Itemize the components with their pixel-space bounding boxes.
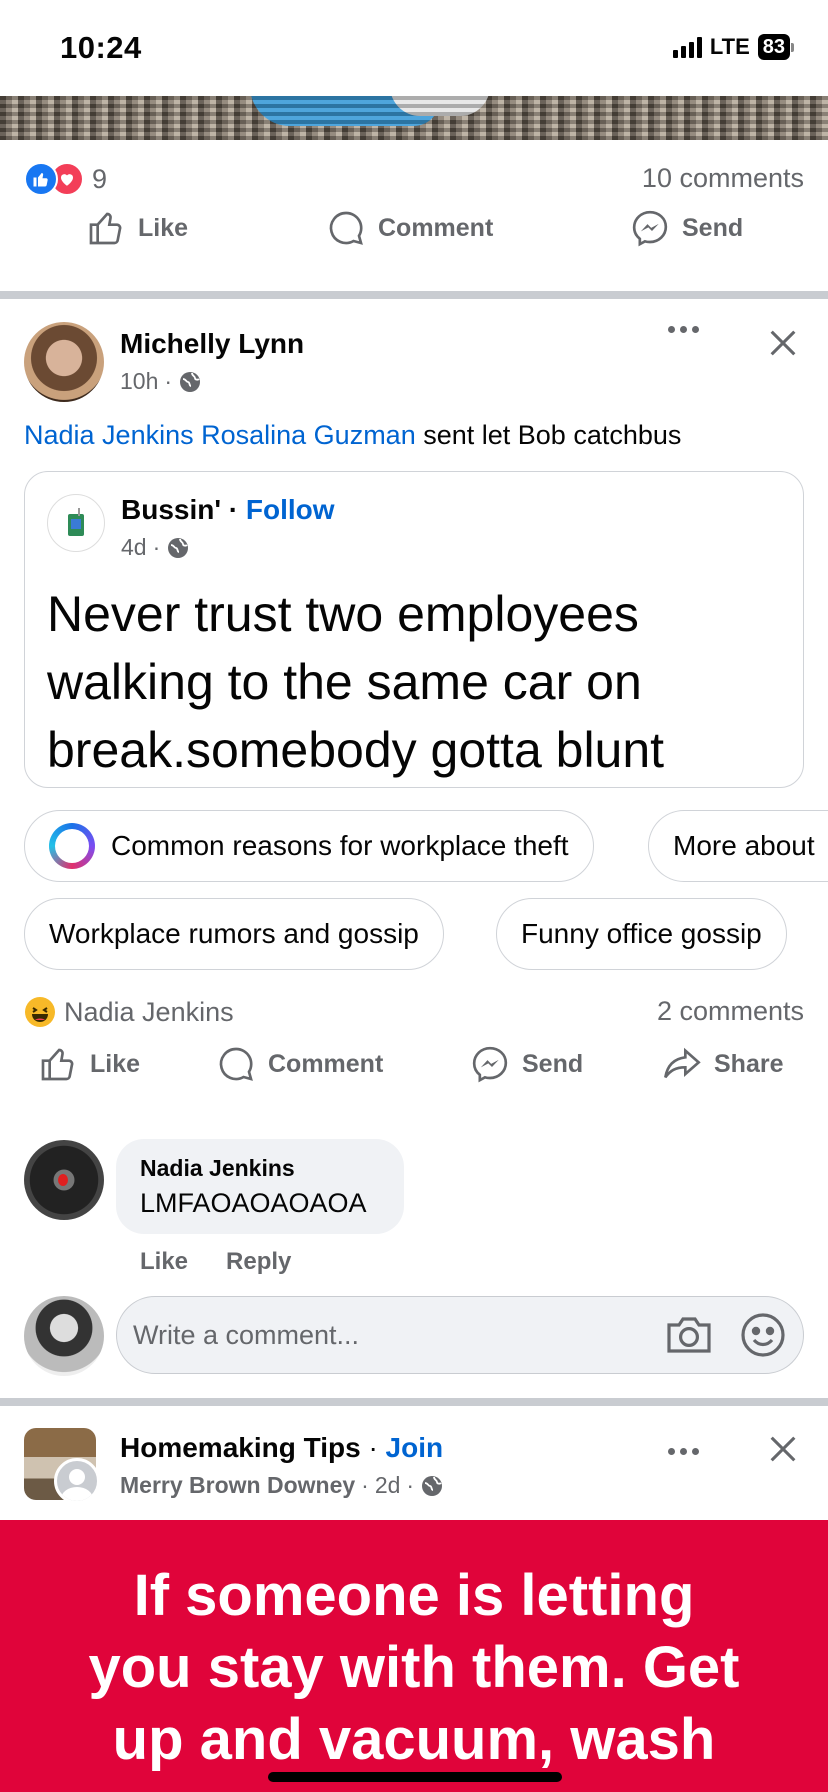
tag-rosalina-guzman[interactable]: Rosalina Guzman bbox=[201, 420, 416, 450]
post-meta: 10h · bbox=[120, 368, 202, 395]
group-name[interactable]: Homemaking Tips bbox=[120, 1432, 361, 1463]
messenger-icon bbox=[472, 1046, 508, 1083]
like-button[interactable]: Like bbox=[86, 208, 188, 248]
next-post-meta: Merry Brown Downey · 2d · bbox=[120, 1472, 444, 1499]
comment-bubble[interactable]: Nadia Jenkins LMFAOAOAOAOA bbox=[116, 1139, 404, 1234]
signal-icon bbox=[672, 36, 702, 58]
share-icon bbox=[664, 1047, 701, 1079]
reaction-summary[interactable]: 9 bbox=[24, 162, 107, 196]
close-icon[interactable] bbox=[766, 326, 800, 360]
status-time: 10:24 bbox=[60, 30, 142, 65]
page-logo[interactable] bbox=[47, 494, 105, 552]
comment-button[interactable]: Comment bbox=[326, 208, 493, 248]
post-author[interactable]: Michelly Lynn bbox=[120, 328, 304, 360]
like-reaction-icon bbox=[24, 162, 58, 196]
next-post-author[interactable]: Merry Brown Downey bbox=[120, 1472, 355, 1499]
post-comments-count[interactable]: 2 comments bbox=[657, 996, 804, 1027]
shared-post-card[interactable]: Bussin' · Follow 4d · Never trust two emp… bbox=[24, 471, 804, 788]
commenter-avatar[interactable] bbox=[24, 1140, 104, 1220]
network-label: LTE bbox=[709, 34, 750, 59]
shared-page-name[interactable]: Bussin' bbox=[121, 494, 221, 525]
comment-reply-button[interactable]: Reply bbox=[226, 1248, 291, 1276]
status-indicators: LTE 83 bbox=[672, 34, 794, 60]
post-share-button[interactable]: Share bbox=[662, 1044, 783, 1084]
comment-input[interactable]: Write a comment... bbox=[116, 1296, 804, 1374]
post-text: Nadia Jenkins Rosalina Guzman sent let B… bbox=[24, 420, 681, 451]
shared-post-text: Never trust two employees walking to the… bbox=[47, 586, 665, 778]
globe-icon bbox=[180, 371, 201, 392]
post-like-button[interactable]: Like bbox=[38, 1044, 140, 1084]
home-indicator[interactable] bbox=[268, 1772, 562, 1782]
ai-suggestion-chip[interactable]: Common reasons for workplace theft bbox=[24, 810, 594, 882]
emoji-icon[interactable] bbox=[739, 1311, 787, 1359]
camera-icon[interactable] bbox=[665, 1313, 713, 1357]
send-button[interactable]: Send bbox=[630, 208, 743, 248]
battery-icon: 83 bbox=[757, 34, 794, 60]
comment-icon bbox=[329, 211, 363, 245]
close-icon[interactable] bbox=[766, 1432, 800, 1466]
comments-count[interactable]: 10 comments bbox=[642, 163, 804, 194]
globe-icon bbox=[168, 537, 189, 558]
shared-post-time[interactable]: 4d bbox=[121, 534, 147, 561]
suggestion-chip-more[interactable]: More about bbox=[648, 810, 828, 882]
current-user-avatar[interactable] bbox=[24, 1296, 104, 1376]
post-divider bbox=[0, 1398, 828, 1406]
battery-level: 83 bbox=[757, 34, 790, 60]
more-options-icon[interactable] bbox=[668, 1448, 699, 1455]
join-button[interactable]: Join bbox=[386, 1432, 444, 1463]
shared-page-header: Bussin' · Follow bbox=[121, 494, 335, 525]
post-reaction-summary[interactable]: Nadia Jenkins bbox=[24, 996, 234, 1028]
tag-nadia-jenkins[interactable]: Nadia Jenkins bbox=[24, 420, 194, 450]
banner-text: If someone is letting you stay with them… bbox=[88, 1563, 740, 1772]
group-header: Homemaking Tips · Join bbox=[120, 1432, 444, 1463]
author-avatar[interactable] bbox=[24, 322, 104, 402]
next-post-image[interactable]: If someone is letting you stay with them… bbox=[0, 1520, 828, 1792]
thumbs-up-icon bbox=[41, 1048, 74, 1081]
haha-reaction-icon bbox=[25, 997, 55, 1027]
suggestion-chip-rumors[interactable]: Workplace rumors and gossip bbox=[24, 898, 444, 970]
meta-ai-icon bbox=[49, 823, 95, 869]
comment-input-placeholder: Write a comment... bbox=[133, 1319, 360, 1350]
post-comment-button[interactable]: Comment bbox=[216, 1044, 383, 1084]
comment-text: LMFAOAOAOAOA bbox=[140, 1188, 367, 1218]
post-divider bbox=[0, 291, 828, 299]
member-avatar[interactable] bbox=[54, 1458, 100, 1504]
more-options-icon[interactable] bbox=[668, 326, 699, 333]
messenger-icon bbox=[632, 210, 668, 247]
post-time[interactable]: 10h bbox=[120, 368, 158, 395]
comment-icon bbox=[219, 1047, 253, 1081]
post-send-button[interactable]: Send bbox=[470, 1044, 583, 1084]
previous-post-image[interactable] bbox=[0, 96, 828, 140]
follow-button[interactable]: Follow bbox=[246, 494, 335, 525]
reactor-name: Nadia Jenkins bbox=[64, 996, 234, 1027]
globe-icon bbox=[422, 1475, 443, 1496]
shared-post-meta: 4d · bbox=[121, 534, 190, 561]
next-post-time[interactable]: 2d bbox=[375, 1472, 401, 1499]
comment-actions: Like Reply bbox=[140, 1248, 291, 1276]
comment-like-button[interactable]: Like bbox=[140, 1248, 188, 1276]
reaction-count: 9 bbox=[92, 163, 108, 194]
juice-box-icon bbox=[68, 508, 84, 536]
post-message: sent let Bob catchbus bbox=[415, 420, 682, 450]
suggestion-chip-gossip[interactable]: Funny office gossip bbox=[496, 898, 787, 970]
comment-author[interactable]: Nadia Jenkins bbox=[140, 1155, 380, 1182]
thumbs-up-icon bbox=[89, 212, 122, 245]
